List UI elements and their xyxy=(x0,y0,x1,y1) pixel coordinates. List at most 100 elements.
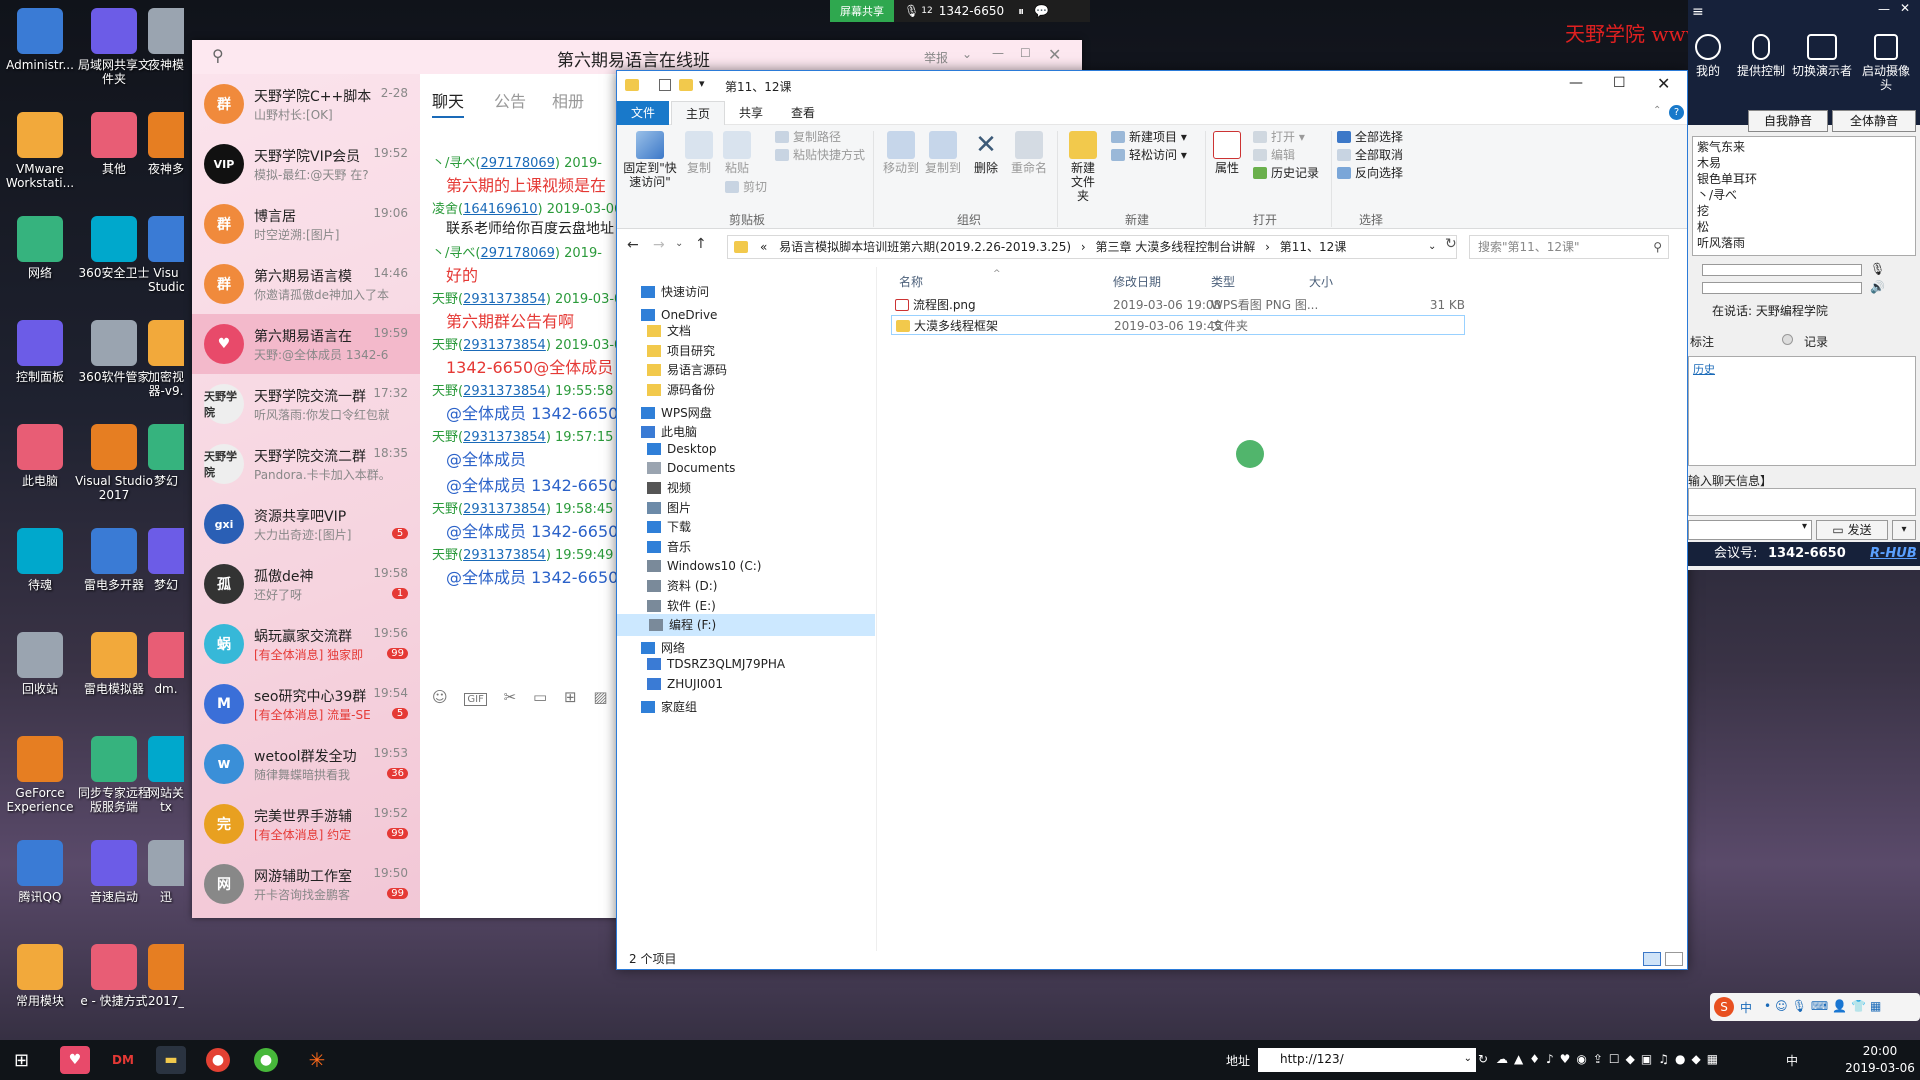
pause-icon[interactable]: ⏸ xyxy=(1018,4,1024,19)
nav-item[interactable]: 家庭组 xyxy=(641,696,697,718)
taskbar-address-input[interactable]: http://123/ ⌄ xyxy=(1258,1048,1476,1072)
nav-item[interactable]: ZHUJI001 xyxy=(647,673,723,695)
desktop-icon[interactable]: 360安全卫士 xyxy=(74,216,154,280)
conversation-item[interactable]: 网网游辅助工作室 开卡咨询找金鹏客 19:50 99 xyxy=(192,854,420,914)
desktop-icon[interactable]: VMware Workstati... xyxy=(0,112,80,190)
conversation-item[interactable]: 天野学院 天野学院交流二群 Pandora.卡卡加入本群。 18:35 xyxy=(192,434,420,494)
conversation-item[interactable]: 群第六期易语言模 你邀请孤傲de神加入了本群 14:46 xyxy=(192,254,420,314)
forward-arrow-icon[interactable]: → xyxy=(653,237,665,253)
edit-button[interactable]: 编辑 xyxy=(1253,147,1295,163)
report-link[interactable]: 举报 xyxy=(924,49,948,66)
breadcrumb-overflow[interactable]: « xyxy=(760,240,767,254)
desktop-icon[interactable]: 控制面板 xyxy=(0,320,80,384)
minimize-icon[interactable]: — xyxy=(992,46,1004,60)
ime-mode[interactable]: 中 xyxy=(1740,999,1752,1016)
file-row[interactable]: 流程图.png 2019-03-06 19:08 WPS看图 PNG 图... 31 … xyxy=(891,295,1465,315)
participant-item[interactable]: 挖 xyxy=(1697,203,1911,219)
delete-button[interactable]: ✕ 删除 xyxy=(969,131,1003,175)
conversation-item[interactable]: 完完美世界手游辅 [有全体消息] 约定 19:52 99 xyxy=(192,794,420,854)
nav-item[interactable]: TDSRZ3QLMJ79PHA xyxy=(647,653,785,675)
easy-access-button[interactable]: 轻松访问 ▾ xyxy=(1111,147,1187,163)
copy-path-button[interactable]: 复制路径 xyxy=(775,129,841,145)
desktop-icon[interactable]: 音速启动 xyxy=(74,840,154,904)
start-camera-button[interactable]: 启动摄像头 xyxy=(1858,34,1914,92)
tray-ime-indicator[interactable]: 中 xyxy=(1786,1052,1798,1069)
mute-all-button[interactable]: 全体静音 xyxy=(1832,110,1916,132)
taskbar-app-chrome[interactable]: ● xyxy=(206,1048,230,1072)
sender-qq-number[interactable]: 2931373854 xyxy=(463,430,546,445)
conversation-item[interactable]: 群博言居 时空逆溯:[图片] 19:06 xyxy=(192,194,420,254)
desktop-icon[interactable]: 回收站 xyxy=(0,632,80,696)
desktop-icon[interactable]: 夜神多 xyxy=(148,112,184,176)
participant-item[interactable]: 丶/寻べ xyxy=(1697,187,1911,203)
my-button[interactable]: 我的 xyxy=(1688,34,1728,78)
desktop-icon[interactable]: 加密视器-v9. xyxy=(148,320,184,398)
tab-view[interactable]: 查看 xyxy=(777,101,829,125)
windows-start-icon[interactable]: ⊞ xyxy=(14,1050,29,1071)
apps-icon[interactable]: ⊞ xyxy=(564,688,577,706)
microphone-icon[interactable]: 🎙 xyxy=(904,4,919,18)
column-header-size[interactable]: 大小 xyxy=(1309,273,1333,290)
sender-name[interactable]: 天野 xyxy=(432,292,458,307)
nav-item[interactable]: 文档 xyxy=(647,320,691,342)
nav-item[interactable]: Documents xyxy=(647,457,735,479)
desktop-icon[interactable]: 腾讯QQ xyxy=(0,840,80,904)
send-button[interactable]: ▭ 发送 xyxy=(1816,520,1888,540)
desktop-icon[interactable]: dm. xyxy=(148,632,184,696)
microphone-icon[interactable]: 🎙 xyxy=(1870,262,1885,276)
chevron-down-icon[interactable]: ⌄ xyxy=(1464,1048,1472,1070)
conversation-item[interactable]: 蜗蜗玩赢家交流群 [有全体消息] 独家即 19:56 99 xyxy=(192,614,420,674)
participant-item[interactable]: 松 xyxy=(1697,219,1911,235)
move-to-button[interactable]: 移动到 xyxy=(881,131,921,175)
breadcrumb-item[interactable]: 第11、12课 xyxy=(1280,240,1347,254)
up-arrow-icon[interactable]: ↑ xyxy=(695,236,707,252)
desktop-icon[interactable]: 常用模块 xyxy=(0,944,80,1008)
record-radio[interactable] xyxy=(1782,334,1793,345)
conversation-item[interactable]: 孤孤傲de神 还好了呀 19:58 1 xyxy=(192,554,420,614)
sender-name[interactable]: 天野 xyxy=(432,338,458,353)
nav-item[interactable]: Windows10 (C:) xyxy=(647,555,761,577)
desktop-icon[interactable]: 同步专家远程版服务端 xyxy=(74,736,154,814)
cut-button[interactable]: 剪切 xyxy=(725,179,767,195)
refresh-icon[interactable]: ↻ xyxy=(1478,1052,1488,1066)
conversation-item[interactable]: VIP 天野学院VIP会员 模拟-最红:@天野 在? 19:52 xyxy=(192,134,420,194)
sender-name[interactable]: 凌舍 xyxy=(432,202,458,217)
mute-self-button[interactable]: 自我静音 xyxy=(1748,110,1828,132)
large-icons-view-icon[interactable] xyxy=(1665,952,1683,966)
menu-icon[interactable]: ≡ xyxy=(1692,4,1704,20)
image-icon[interactable]: ▨ xyxy=(593,688,607,706)
recipient-select[interactable]: ▾ xyxy=(1688,520,1812,540)
desktop-icon[interactable]: 梦幻 xyxy=(148,528,184,592)
conversation-item[interactable]: gxi 资源共享吧VIP 大力出奇迹:[图片] 5 xyxy=(192,494,420,554)
sender-name[interactable]: 天野 xyxy=(432,384,458,399)
taskbar-app-heart[interactable]: ♥ xyxy=(60,1046,90,1074)
column-header-date[interactable]: 修改日期 xyxy=(1113,273,1161,290)
collapse-ribbon-icon[interactable]: ⌃ xyxy=(1653,105,1661,116)
participant-item[interactable]: 银色单耳环 xyxy=(1697,171,1911,187)
sender-name[interactable]: 丶/寻べ xyxy=(432,156,475,171)
address-bar[interactable]: « 易语言模拟脚本培训班第六期(2019.2.26-2019.3.25) › 第… xyxy=(727,235,1457,259)
desktop-icon[interactable]: 2017_com... xyxy=(148,944,184,1008)
folder-icon[interactable]: ▭ xyxy=(533,688,547,706)
tab-home[interactable]: 主页 xyxy=(671,101,726,125)
sender-qq-number[interactable]: 2931373854 xyxy=(463,502,546,517)
chevron-down-icon[interactable]: ▾ xyxy=(699,77,705,90)
desktop-icon[interactable]: Visual Studio 2017 xyxy=(74,424,154,502)
conversation-item[interactable]: w wetool群发全功 随律舞蝶暗拱看我 19:53 36 xyxy=(192,734,420,794)
minimize-icon[interactable]: — xyxy=(1569,75,1583,91)
brand-link[interactable]: R-HUB xyxy=(1870,542,1917,566)
maximize-icon[interactable]: ☐ xyxy=(1020,46,1031,60)
conversation-item[interactable]: ♥ 第六期易语言在 天野:@全体成员 1342-665 19:59 xyxy=(192,314,420,374)
screen-share-button[interactable]: 屏幕共享 xyxy=(830,0,894,22)
chat-input[interactable] xyxy=(1688,488,1916,516)
tab-share[interactable]: 共享 xyxy=(725,101,777,125)
desktop-icon[interactable]: Administr... xyxy=(0,8,80,72)
scissors-icon[interactable]: ✂ xyxy=(504,688,517,706)
column-header-type[interactable]: 类型 xyxy=(1211,273,1235,290)
desktop-icon[interactable]: 360软件管家 xyxy=(74,320,154,384)
recent-chevron-icon[interactable]: ⌄ xyxy=(675,238,683,249)
history-button[interactable]: 历史记录 xyxy=(1253,165,1319,181)
desktop-icon[interactable]: 网络 xyxy=(0,216,80,280)
nav-item[interactable]: 编程 (F:) xyxy=(617,614,875,636)
rename-button[interactable]: 重命名 xyxy=(1009,131,1049,175)
